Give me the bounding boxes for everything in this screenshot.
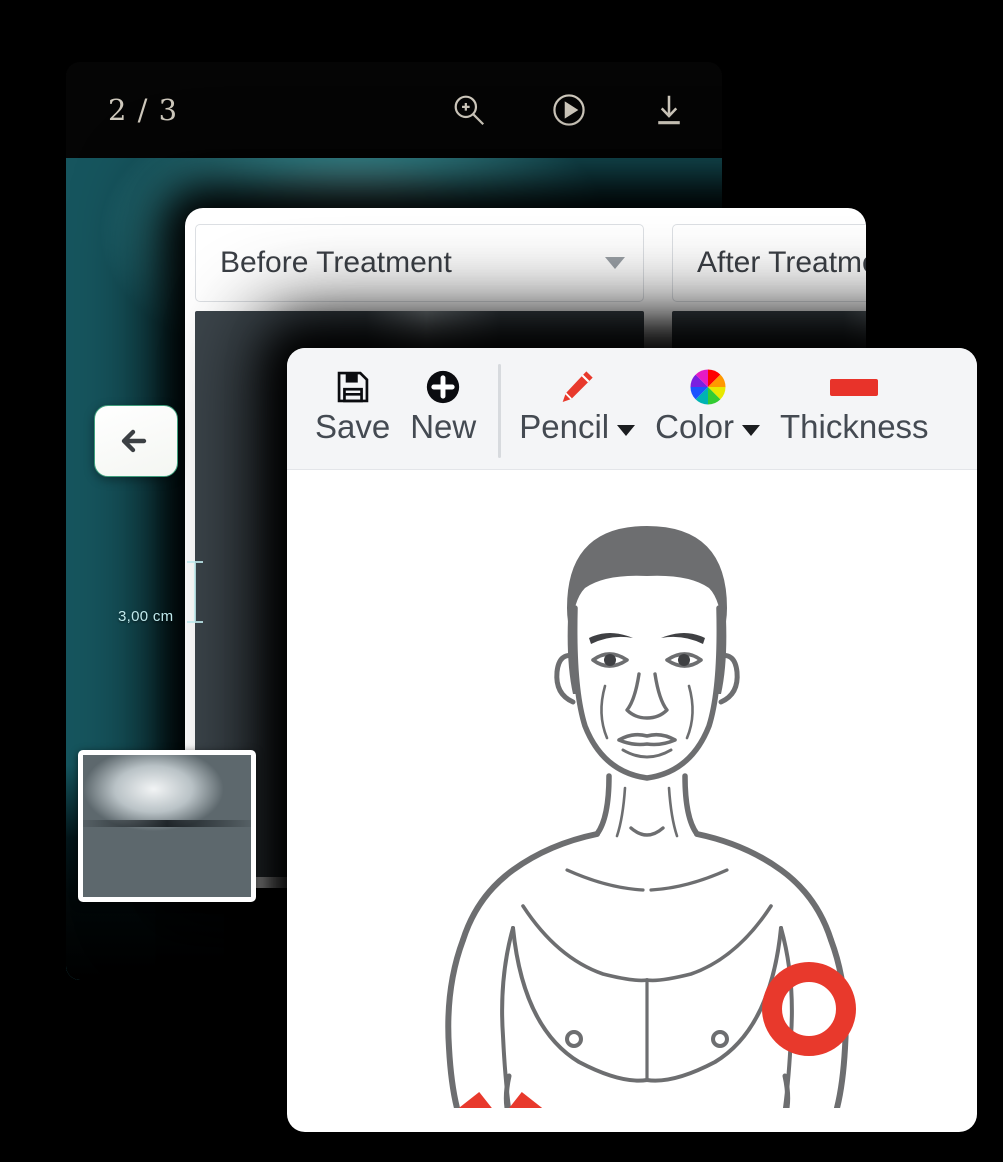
measurement-caliper (187, 561, 203, 623)
screenshot-stage: 2 / 3 3,00 cm Before Treatment After Tre… (0, 0, 1003, 1162)
pencil-button[interactable]: Pencil (509, 364, 645, 445)
drawing-toolbar: Save New Pencil Color Thickness (287, 348, 977, 470)
before-treatment-value: Before Treatment (220, 246, 452, 279)
back-button[interactable] (94, 405, 178, 477)
pencil-label: Pencil (519, 408, 610, 445)
save-label: Save (315, 408, 391, 445)
thickness-bar-icon (830, 364, 879, 410)
pencil-label-group: Pencil (519, 408, 636, 445)
toolbar-separator (498, 364, 502, 458)
save-button[interactable]: Save (305, 364, 400, 445)
arrow-left-icon (121, 429, 147, 453)
after-treatment-select[interactable]: After Treatment (672, 224, 866, 302)
color-label-group: Color (655, 408, 760, 445)
chevron-down-icon (617, 425, 636, 437)
circle-mark-annotation (762, 962, 856, 1056)
thumbnail-item[interactable] (78, 750, 256, 902)
before-treatment-select[interactable]: Before Treatment (195, 224, 644, 302)
viewer-action-group (450, 62, 688, 158)
floppy-disk-icon (334, 364, 372, 410)
page-indicator: 2 / 3 (108, 93, 179, 127)
viewer-toolbar: 2 / 3 (66, 62, 722, 158)
thumbnail-strip (66, 680, 722, 980)
after-treatment-value: After Treatment (697, 246, 866, 279)
download-icon[interactable] (650, 91, 688, 129)
color-wheel-icon (687, 364, 729, 410)
new-label: New (410, 408, 477, 445)
play-icon[interactable] (550, 91, 588, 129)
zoom-in-icon[interactable] (450, 91, 488, 129)
new-button[interactable]: New (400, 364, 486, 445)
color-label: Color (655, 408, 734, 445)
color-button[interactable]: Color (645, 364, 770, 445)
pencil-icon (557, 364, 597, 410)
thickness-button[interactable]: Thickness (770, 364, 939, 445)
measurement-label: 3,00 cm (118, 608, 174, 625)
chevron-down-icon (742, 425, 760, 437)
x-mark-annotation (458, 1091, 543, 1108)
thickness-label: Thickness (780, 408, 929, 445)
plus-circle-icon (424, 364, 462, 410)
chevron-down-icon (605, 257, 625, 269)
